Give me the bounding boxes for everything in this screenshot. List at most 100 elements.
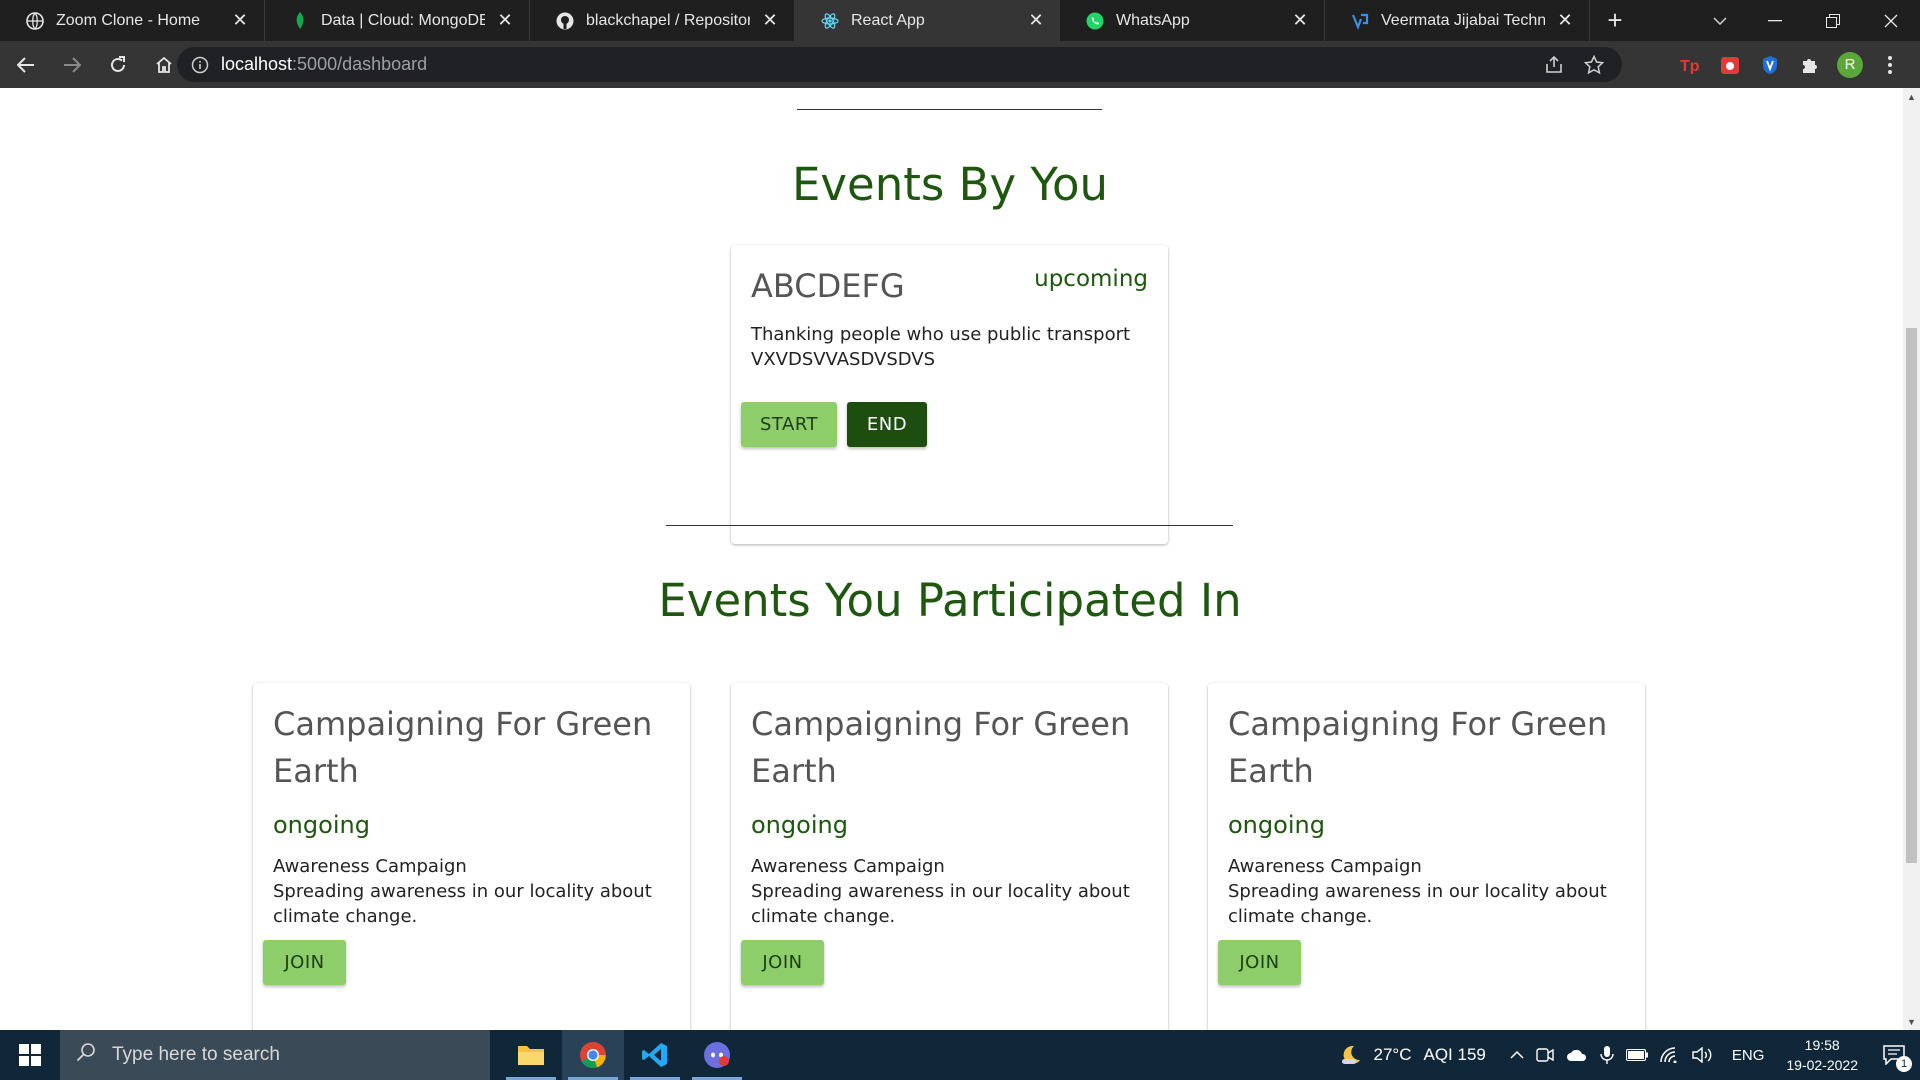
volume-icon[interactable] — [1686, 1030, 1720, 1080]
clock-time: 19:58 — [1804, 1037, 1840, 1053]
microphone-icon[interactable] — [1594, 1030, 1620, 1080]
meet-now-icon[interactable] — [1530, 1030, 1560, 1080]
join-button[interactable]: JOIN — [263, 940, 346, 985]
extensions-tray: Tp R — [1670, 47, 1910, 82]
start-button[interactable]: START — [741, 402, 837, 447]
browser-tab-strip: Zoom Clone - Home ✕ Data | Cloud: MongoD… — [0, 0, 1920, 41]
new-tab-button[interactable]: + — [1590, 0, 1640, 41]
url-host: localhost — [221, 54, 293, 74]
participated-event-card: Campaigning For Green Earth ongoing Awar… — [731, 683, 1168, 1030]
event-title-line: Earth — [273, 752, 359, 790]
event-description-line: VXVDSVVASDVSDVS — [751, 349, 936, 370]
show-hidden-icons-chevron-icon[interactable] — [1504, 1030, 1530, 1080]
tab-title: Zoom Clone - Home — [56, 11, 201, 29]
event-title: Campaigning For Green Earth — [751, 701, 1130, 795]
event-title: ABCDEFG — [751, 267, 905, 305]
tab-title: blackchapel / Repositories — [586, 11, 750, 29]
close-tab-icon[interactable]: ✕ — [495, 10, 515, 31]
svg-text:Tp: Tp — [1680, 58, 1700, 74]
tp-extension-icon[interactable]: Tp — [1670, 47, 1710, 82]
onedrive-cloud-icon[interactable] — [1560, 1030, 1594, 1080]
react-icon — [821, 12, 839, 30]
reload-button[interactable] — [98, 45, 138, 85]
event-title-line: Campaigning For Green — [273, 705, 653, 743]
air-quality-index[interactable]: AQI 159 — [1417, 1030, 1503, 1080]
participated-event-card: Campaigning For Green Earth ongoing Awar… — [253, 683, 690, 1030]
event-description-line: climate change. — [273, 906, 418, 927]
file-explorer-icon[interactable] — [500, 1030, 562, 1080]
event-status: ongoing — [273, 811, 370, 839]
event-description-line: Thanking people who use public transport — [751, 324, 1131, 345]
profile-avatar[interactable]: R — [1830, 47, 1870, 82]
whatsapp-icon — [1086, 12, 1104, 30]
minimize-window-button[interactable] — [1746, 0, 1804, 41]
event-title: Campaigning For Green Earth — [1228, 701, 1607, 795]
event-status: ongoing — [1228, 811, 1325, 839]
scroll-down-arrow-icon[interactable]: ▼ — [1903, 1013, 1920, 1030]
share-icon[interactable] — [1534, 47, 1574, 82]
scroll-up-arrow-icon[interactable]: ▲ — [1903, 88, 1920, 105]
site-info-icon[interactable] — [191, 56, 209, 74]
taskbar-clock[interactable]: 19:58 19-02-2022 — [1776, 1035, 1868, 1075]
back-button[interactable] — [6, 45, 46, 85]
weather-moon-icon[interactable] — [1332, 1030, 1368, 1080]
wifi-icon[interactable] — [1654, 1030, 1686, 1080]
browser-tab[interactable]: Zoom Clone - Home ✕ — [0, 0, 265, 41]
notification-center-icon[interactable]: 1 — [1868, 1030, 1920, 1080]
end-button[interactable]: END — [847, 402, 927, 447]
red-extension-icon[interactable] — [1710, 47, 1750, 82]
event-description-line: climate change. — [751, 906, 896, 927]
browser-tab[interactable]: Data | Cloud: MongoDB Clo ✕ — [265, 0, 530, 41]
join-button[interactable]: JOIN — [741, 940, 824, 985]
tab-title: Veermata Jijabai Technolog — [1381, 11, 1545, 29]
close-tab-icon[interactable]: ✕ — [1555, 10, 1575, 31]
close-tab-icon[interactable]: ✕ — [1290, 10, 1310, 31]
tab-title: WhatsApp — [1116, 11, 1190, 29]
event-description-line: Spreading awareness in our locality abou… — [273, 881, 652, 902]
close-tab-icon[interactable]: ✕ — [230, 10, 250, 31]
menu-kebab-icon[interactable] — [1870, 47, 1910, 82]
join-button[interactable]: JOIN — [1218, 940, 1301, 985]
bookmark-star-icon[interactable] — [1574, 47, 1614, 82]
restore-window-button[interactable] — [1804, 0, 1862, 41]
windows-start-button[interactable] — [0, 1030, 60, 1080]
shield-extension-icon[interactable] — [1750, 47, 1790, 82]
input-language[interactable]: ENG — [1720, 1030, 1777, 1080]
browser-toolbar: localhost:5000/dashboard — [0, 41, 1920, 88]
close-tab-icon[interactable]: ✕ — [1026, 10, 1046, 31]
weather-temperature[interactable]: 27°C — [1368, 1030, 1418, 1080]
event-description-line: Awareness Campaign — [1228, 856, 1422, 877]
browser-tab[interactable]: Veermata Jijabai Technolog ✕ — [1325, 0, 1590, 41]
address-bar[interactable]: localhost:5000/dashboard — [177, 47, 1622, 82]
event-description: Awareness Campaign Spreading awareness i… — [1228, 854, 1628, 929]
url-path: :5000/dashboard — [292, 54, 428, 74]
tab-title: React App — [851, 11, 925, 29]
vscode-icon[interactable] — [624, 1030, 686, 1080]
github-icon — [556, 12, 574, 30]
system-tray: 27°C AQI 159 ENG 19:58 19-02-2022 1 — [1332, 1030, 1920, 1080]
clock-date: 19-02-2022 — [1786, 1057, 1858, 1073]
browser-tab[interactable]: blackchapel / Repositories ✕ — [530, 0, 795, 41]
close-window-button[interactable] — [1862, 0, 1920, 41]
browser-tab[interactable]: WhatsApp ✕ — [1060, 0, 1325, 41]
taskbar-search-box[interactable]: Type here to search — [60, 1030, 490, 1080]
page-scrollbar[interactable]: ▲ ▼ — [1903, 88, 1920, 1030]
search-placeholder: Type here to search — [112, 1044, 280, 1065]
scrollbar-thumb[interactable] — [1906, 328, 1917, 863]
page-viewport: Events By You ABCDEFG upcoming Thanking … — [0, 88, 1903, 1030]
mongodb-leaf-icon — [291, 11, 309, 30]
event-card: ABCDEFG upcoming Thanking people who use… — [731, 245, 1168, 544]
browser-tab-active[interactable]: React App ✕ — [795, 0, 1060, 41]
event-title-line: Earth — [1228, 752, 1314, 790]
puzzle-extensions-icon[interactable] — [1790, 47, 1830, 82]
forward-button[interactable] — [52, 45, 92, 85]
profile-initial: R — [1837, 51, 1863, 78]
event-description-line: Awareness Campaign — [273, 856, 467, 877]
discord-icon[interactable] — [686, 1030, 748, 1080]
tab-title: Data | Cloud: MongoDB Clo — [321, 11, 485, 29]
chrome-icon[interactable] — [562, 1030, 624, 1080]
tab-search-chevron-icon[interactable] — [1700, 0, 1740, 41]
event-description: Awareness Campaign Spreading awareness i… — [273, 854, 673, 929]
battery-icon[interactable] — [1620, 1030, 1654, 1080]
close-tab-icon[interactable]: ✕ — [760, 10, 780, 31]
